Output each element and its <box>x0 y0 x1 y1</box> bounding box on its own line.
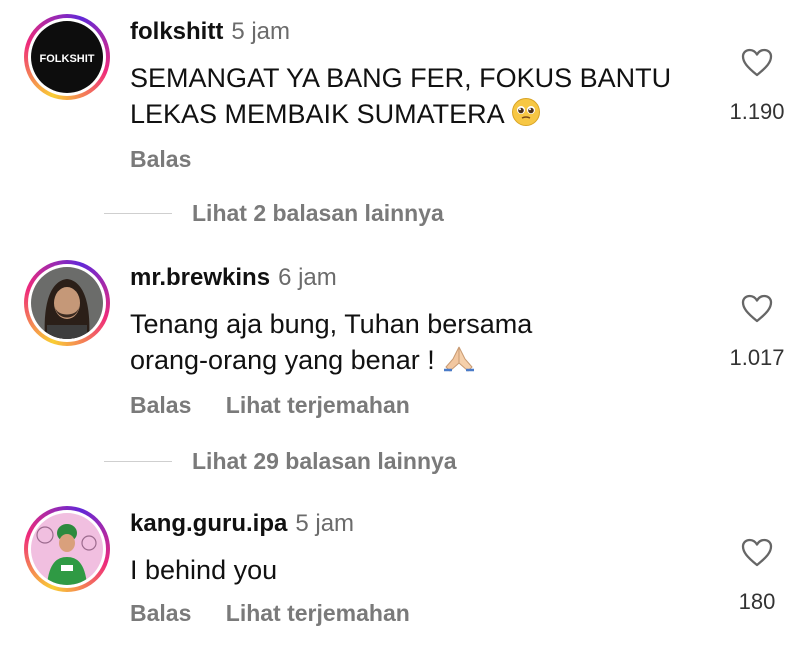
timestamp: 6 jam <box>278 264 337 291</box>
view-replies-label: Lihat 29 balasan lainnya <box>192 448 457 474</box>
avatar[interactable] <box>24 506 110 592</box>
avatar[interactable] <box>24 260 110 346</box>
reply-button[interactable]: Balas <box>130 146 191 172</box>
heart-icon[interactable] <box>741 48 773 77</box>
timestamp: 5 jam <box>295 510 355 537</box>
heart-icon[interactable] <box>741 294 773 323</box>
comment-header: kang.guru.ipa 5 jam <box>130 510 354 538</box>
comment-text: Tenang aja bung, Tuhan bersama orang-ora… <box>130 306 570 382</box>
translate-button[interactable]: Lihat terjemahan <box>226 600 410 626</box>
username[interactable]: kang.guru.ipa <box>130 510 287 537</box>
view-replies-button[interactable]: Lihat 2 balasan lainnya <box>104 200 444 227</box>
folded-hands-emoji <box>442 343 476 382</box>
comment-text: I behind you <box>130 552 710 588</box>
pleading-face-emoji <box>511 97 541 136</box>
comment-actions: Balas <box>130 146 219 173</box>
like-count: 1.017 <box>729 345 785 370</box>
timestamp: 5 jam <box>231 18 291 45</box>
reply-button[interactable]: Balas <box>130 600 191 626</box>
comment-actions: Balas Lihat terjemahan <box>130 600 438 627</box>
username[interactable]: folkshitt <box>130 18 223 45</box>
comment-body: SEMANGAT YA BANG FER, FOKUS BANTU LEKAS … <box>130 63 672 129</box>
avatar[interactable]: FOLKSHIT <box>24 14 110 100</box>
comment-header: mr.brewkins 6 jam <box>130 264 337 292</box>
like-block: 1.017 <box>712 294 802 371</box>
avatar-logo-text: FOLKSHIT <box>40 53 95 65</box>
divider <box>104 461 172 462</box>
view-replies-label: Lihat 2 balasan lainnya <box>192 200 444 226</box>
like-block: 180 <box>712 538 802 615</box>
translate-button[interactable]: Lihat terjemahan <box>226 392 410 418</box>
comment-text: SEMANGAT YA BANG FER, FOKUS BANTU LEKAS … <box>130 60 710 136</box>
comment-header: folkshitt 5 jam <box>130 18 290 46</box>
like-count: 1.190 <box>729 99 785 124</box>
like-block: 1.190 <box>712 48 802 125</box>
view-replies-button[interactable]: Lihat 29 balasan lainnya <box>104 448 457 475</box>
reply-button[interactable]: Balas <box>130 392 191 418</box>
divider <box>104 213 172 214</box>
comment-body: I behind you <box>130 555 278 585</box>
comment-actions: Balas Lihat terjemahan <box>130 392 438 419</box>
like-count: 180 <box>738 589 776 614</box>
heart-icon[interactable] <box>741 538 773 567</box>
username[interactable]: mr.brewkins <box>130 264 270 291</box>
